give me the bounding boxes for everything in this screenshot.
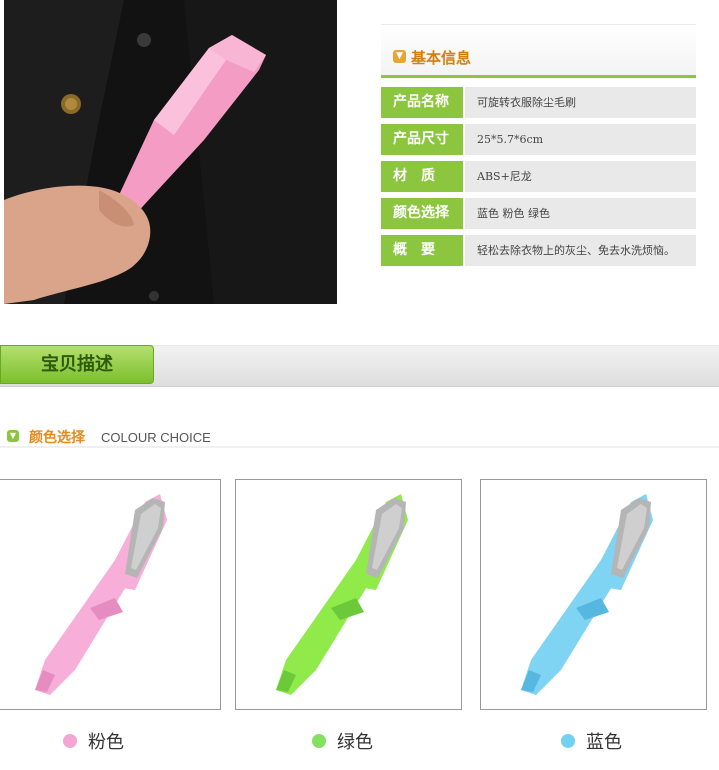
product-card-green[interactable] [235,479,462,710]
basic-info-header: ▼ 基本信息 [381,24,696,78]
colour-choice-subtitle: COLOUR CHOICE [101,430,211,445]
description-banner: 宝贝描述 [0,345,719,387]
info-value: 25*5.7*6cm [465,124,696,155]
basic-info-title: 基本信息 [411,49,472,67]
color-dot [561,734,575,748]
info-label: 概 要 [381,235,463,266]
lint-brush-image [276,494,408,695]
info-value: ABS+尼龙 [465,161,696,192]
colour-choice-title: 颜色选择 [29,430,85,446]
info-row-name: 产品名称 可旋转衣服除尘毛刷 [381,87,696,118]
info-row-colors: 颜色选择 蓝色 粉色 绿色 [381,198,696,229]
info-value: 可旋转衣服除尘毛刷 [465,87,696,118]
product-card-pink[interactable] [0,479,221,710]
chevron-down-icon: ▼ [393,50,406,63]
color-dot [63,734,77,748]
info-label: 颜色选择 [381,198,463,229]
info-value: 蓝色 粉色 绿色 [465,198,696,229]
info-label: 产品名称 [381,87,463,118]
lint-brush-image [35,494,167,695]
info-value: 轻松去除衣物上的灰尘、免去水洗烦恼。 [465,235,696,266]
info-label: 材 质 [381,161,463,192]
color-dot [312,734,326,748]
product-card-blue[interactable] [480,479,707,710]
colour-choice-header: ▼ 颜色选择 COLOUR CHOICE [0,424,719,448]
info-row-material: 材 质 ABS+尼龙 [381,161,696,192]
info-label: 产品尺寸 [381,124,463,155]
info-row-summary: 概 要 轻松去除衣物上的灰尘、免去水洗烦恼。 [381,235,696,266]
lint-brush-image [521,494,653,695]
description-tab[interactable]: 宝贝描述 [0,345,154,384]
color-label: 蓝色 [586,732,622,753]
color-label: 粉色 [88,732,124,753]
color-label: 绿色 [337,732,373,753]
header-underline [381,75,696,78]
chevron-down-icon: ▼ [7,430,19,442]
info-row-size: 产品尺寸 25*5.7*6cm [381,124,696,155]
hero-photo [4,0,337,304]
